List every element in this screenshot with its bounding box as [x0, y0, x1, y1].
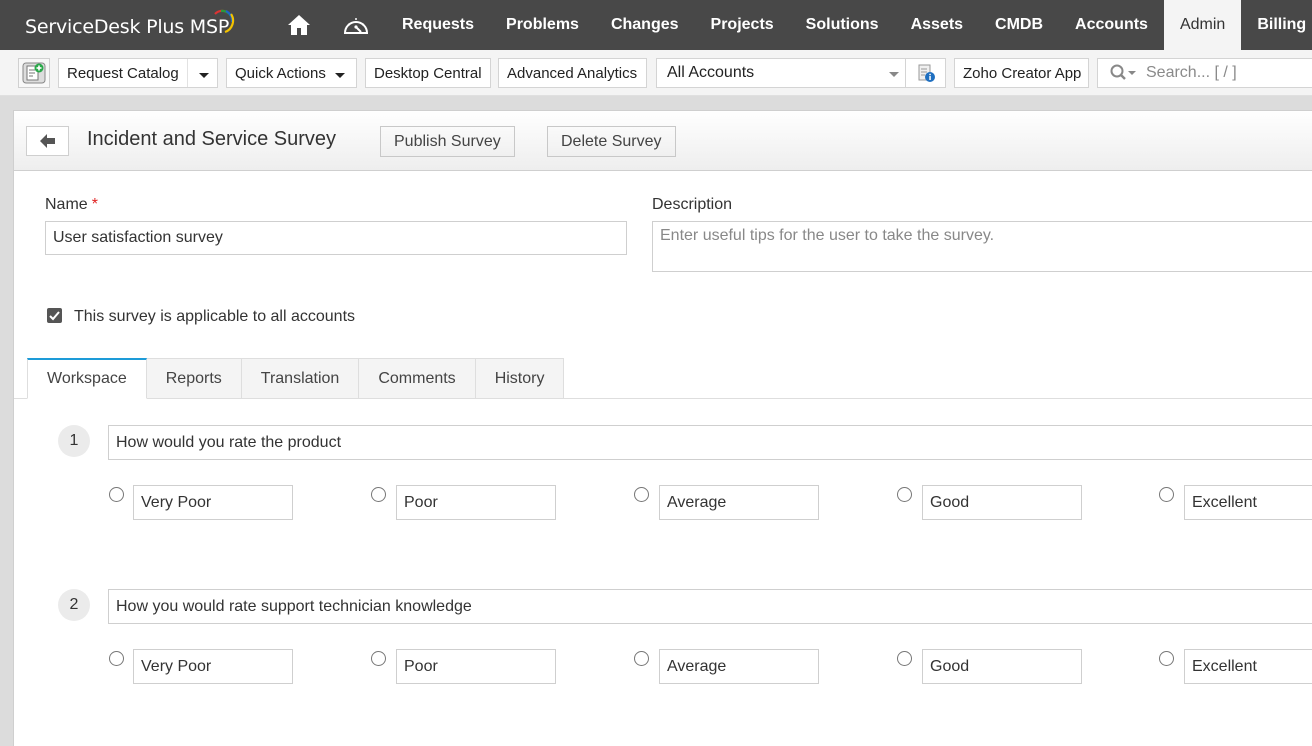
- search-icon[interactable]: [1110, 64, 1138, 82]
- option-radio[interactable]: [634, 651, 649, 666]
- tab-history[interactable]: History: [475, 358, 565, 399]
- tab-comments[interactable]: Comments: [359, 358, 476, 399]
- new-request-button[interactable]: [18, 58, 50, 88]
- name-label-text: Name: [45, 196, 88, 213]
- search-placeholder: Search... [ / ]: [1146, 64, 1237, 81]
- nav-item-requests[interactable]: Requests: [386, 0, 490, 50]
- nav-item-assets[interactable]: Assets: [895, 0, 979, 50]
- tab-workspace[interactable]: Workspace: [27, 358, 147, 399]
- logo-arc-icon: [214, 9, 235, 34]
- panel-header: Incident and Service Survey Publish Surv…: [14, 111, 1312, 171]
- option-input[interactable]: Poor: [396, 649, 556, 684]
- request-catalog-button[interactable]: Request Catalog: [58, 58, 218, 88]
- description-field[interactable]: Enter useful tips for the user to take t…: [652, 221, 1312, 272]
- tab-bar: Workspace Reports Translation Comments H…: [27, 358, 565, 399]
- option-input[interactable]: Good: [922, 649, 1082, 684]
- nav-item-billing[interactable]: Billing: [1241, 0, 1312, 50]
- question-text-input[interactable]: How would you rate the product: [108, 425, 1312, 460]
- question-number: 2: [58, 589, 90, 621]
- chevron-down-icon: [334, 65, 345, 82]
- chevron-down-icon[interactable]: [199, 65, 209, 82]
- dashboard-icon[interactable]: [342, 12, 370, 38]
- advanced-analytics-button[interactable]: Advanced Analytics: [498, 58, 647, 88]
- option-radio[interactable]: [109, 651, 124, 666]
- option-radio[interactable]: [634, 487, 649, 502]
- option-radio[interactable]: [897, 487, 912, 502]
- delete-survey-button[interactable]: Delete Survey: [547, 126, 676, 157]
- option-input[interactable]: Very Poor: [133, 485, 293, 520]
- question-text-input[interactable]: How you would rate support technician kn…: [108, 589, 1312, 624]
- nav-item-admin[interactable]: Admin: [1163, 0, 1242, 50]
- option-input[interactable]: Average: [659, 485, 819, 520]
- nav-item-problems[interactable]: Problems: [490, 0, 595, 50]
- all-accounts-checkbox[interactable]: [47, 308, 62, 323]
- nav-item-accounts[interactable]: Accounts: [1059, 0, 1164, 50]
- required-marker: *: [91, 196, 98, 213]
- option-input[interactable]: Excellent: [1184, 649, 1312, 684]
- logo[interactable]: ServiceDesk Plus MSP: [25, 9, 235, 42]
- name-field[interactable]: User satisfaction survey: [45, 221, 627, 255]
- arrow-left-icon: [39, 134, 55, 148]
- nav-item-projects[interactable]: Projects: [695, 0, 790, 50]
- quick-actions-button[interactable]: Quick Actions: [226, 58, 357, 88]
- checkmark-icon: [49, 310, 60, 320]
- request-catalog-label: Request Catalog: [67, 64, 179, 82]
- toolbar: Request Catalog Quick Actions Desktop Ce…: [0, 50, 1312, 96]
- description-label: Description: [652, 196, 733, 213]
- home-icon[interactable]: [285, 12, 313, 38]
- option-radio[interactable]: [371, 651, 386, 666]
- account-select-value: All Accounts: [667, 64, 755, 81]
- account-info-icon: [918, 64, 935, 82]
- option-input[interactable]: Good: [922, 485, 1082, 520]
- publish-survey-button[interactable]: Publish Survey: [380, 126, 515, 157]
- search-input[interactable]: Search... [ / ]: [1097, 58, 1312, 88]
- option-radio[interactable]: [109, 487, 124, 502]
- top-nav: ServiceDesk Plus MSP Requests Problems C…: [0, 0, 1312, 50]
- option-input[interactable]: Poor: [396, 485, 556, 520]
- name-label: Name *: [45, 196, 98, 214]
- option-input[interactable]: Very Poor: [133, 649, 293, 684]
- nav-item-solutions[interactable]: Solutions: [790, 0, 895, 50]
- zoho-creator-button[interactable]: Zoho Creator App: [954, 58, 1089, 88]
- option-radio[interactable]: [371, 487, 386, 502]
- all-accounts-label: This survey is applicable to all account…: [74, 308, 356, 325]
- logo-text: ServiceDesk Plus MSP: [25, 16, 230, 38]
- question-number: 1: [58, 425, 90, 457]
- quick-actions-label: Quick Actions: [235, 64, 326, 82]
- tab-translation[interactable]: Translation: [241, 358, 360, 399]
- desktop-central-button[interactable]: Desktop Central: [365, 58, 491, 88]
- chevron-down-icon: [889, 64, 899, 82]
- survey-panel: Incident and Service Survey Publish Surv…: [13, 110, 1312, 746]
- account-select[interactable]: All Accounts: [656, 58, 906, 88]
- nav-item-cmdb[interactable]: CMDB: [979, 0, 1059, 50]
- option-radio[interactable]: [897, 651, 912, 666]
- account-info-button[interactable]: [905, 58, 946, 88]
- nav-menu: Requests Problems Changes Projects Solut…: [386, 0, 1312, 50]
- option-radio[interactable]: [1159, 487, 1174, 502]
- split-divider: [187, 59, 188, 87]
- option-radio[interactable]: [1159, 651, 1174, 666]
- new-request-icon: [22, 62, 46, 84]
- nav-item-changes[interactable]: Changes: [595, 0, 695, 50]
- tab-reports[interactable]: Reports: [146, 358, 242, 399]
- back-button[interactable]: [26, 126, 69, 156]
- option-input[interactable]: Average: [659, 649, 819, 684]
- option-input[interactable]: Excellent: [1184, 485, 1312, 520]
- page-title: Incident and Service Survey: [87, 128, 337, 150]
